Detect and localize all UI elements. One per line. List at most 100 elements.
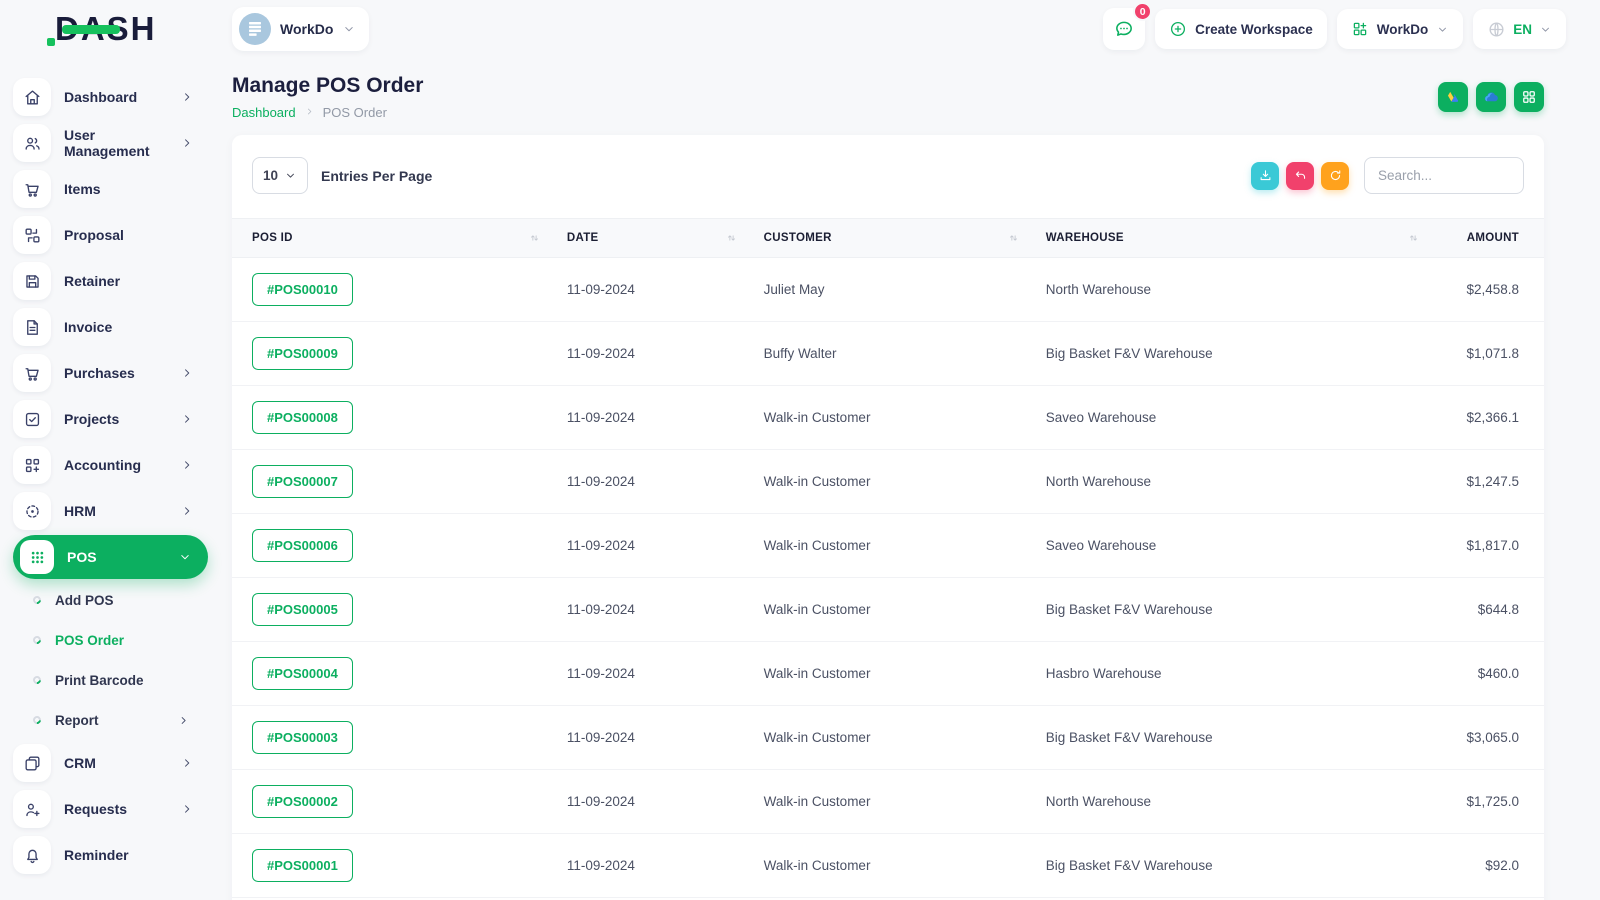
amount-cell: $1,817.0 — [1425, 513, 1544, 578]
sidebar-subitem-print-barcode[interactable]: Print Barcode — [13, 660, 218, 700]
sidebar-item-reminder[interactable]: Reminder — [13, 832, 218, 878]
sort-icon — [1407, 232, 1420, 245]
sidebar-item-accounting[interactable]: Accounting — [13, 442, 218, 488]
column-header-warehouse[interactable]: WAREHOUSE — [1025, 218, 1426, 258]
bell-icon — [13, 836, 51, 874]
pos-id-badge[interactable]: #POS00010 — [252, 273, 353, 306]
chevron-down-icon — [1436, 23, 1449, 36]
amount-cell: $460.0 — [1425, 641, 1544, 706]
pos-id-badge[interactable]: #POS00001 — [252, 849, 353, 882]
search-input[interactable] — [1364, 157, 1524, 194]
app-switcher-dropdown[interactable]: WorkDo — [1336, 9, 1464, 49]
column-header-pos-id[interactable]: POS ID — [232, 218, 547, 258]
onedrive-button[interactable] — [1476, 82, 1506, 112]
sort-icon — [528, 232, 541, 245]
chevron-right-icon — [180, 458, 194, 472]
document-icon — [13, 308, 51, 346]
pos-id-badge[interactable]: #POS00008 — [252, 401, 353, 434]
date-cell: 11-09-2024 — [546, 769, 744, 834]
sidebar-item-pos[interactable]: POS — [13, 535, 208, 579]
bullet-icon — [31, 634, 43, 646]
sidebar-subitem-report[interactable]: Report — [13, 700, 218, 740]
export-button[interactable] — [1251, 161, 1279, 190]
table-row: #POS00005 11-09-2024 Walk-in Customer Bi… — [232, 577, 1544, 642]
grid-view-button[interactable] — [1514, 82, 1544, 112]
sidebar-item-dashboard[interactable]: Dashboard — [13, 74, 218, 120]
table-row: #POS00010 11-09-2024 Juliet May North Wa… — [232, 257, 1544, 322]
table-row: #POS00008 11-09-2024 Walk-in Customer Sa… — [232, 385, 1544, 450]
pos-id-badge[interactable]: #POS00002 — [252, 785, 353, 818]
amount-cell: $644.8 — [1425, 577, 1544, 642]
messages-button[interactable]: 0 — [1103, 2, 1153, 50]
pos-id-cell: #POS00008 — [232, 385, 547, 450]
sidebar-item-label: Reminder — [64, 847, 129, 863]
create-workspace-label: Create Workspace — [1195, 21, 1313, 37]
sidebar-subitem-label: POS Order — [55, 632, 125, 648]
sidebar-item-proposal[interactable]: Proposal — [13, 212, 218, 258]
entries-per-page-select[interactable]: 10 — [252, 157, 308, 194]
warehouse-cell: Saveo Warehouse — [1025, 513, 1426, 578]
undo-button[interactable] — [1286, 161, 1314, 190]
google-drive-button[interactable] — [1438, 82, 1468, 112]
grid-icon — [1520, 88, 1538, 106]
date-cell: 11-09-2024 — [546, 321, 744, 386]
customer-cell: Walk-in Customer — [743, 833, 1026, 898]
date-cell: 11-09-2024 — [546, 641, 744, 706]
sidebar-item-retainer[interactable]: Retainer — [13, 258, 218, 304]
column-header-date[interactable]: DATE — [546, 218, 744, 258]
customer-cell: Juliet May — [743, 257, 1026, 322]
plus-circle-icon — [1169, 20, 1187, 38]
sidebar-item-items[interactable]: Items — [13, 166, 218, 212]
pos-id-badge[interactable]: #POS00006 — [252, 529, 353, 562]
language-dropdown[interactable]: EN — [1473, 9, 1566, 49]
sidebar-subitem-add-pos[interactable]: Add POS — [13, 580, 218, 620]
warehouse-cell: Saveo Warehouse — [1025, 385, 1426, 450]
pos-id-badge[interactable]: #POS00004 — [252, 657, 353, 690]
grid-dots-icon — [20, 540, 54, 574]
language-label: EN — [1513, 21, 1532, 37]
google-drive-icon — [1444, 88, 1462, 106]
sidebar-item-projects[interactable]: Projects — [13, 396, 218, 442]
header-actions — [1438, 82, 1544, 112]
sidebar-item-label: User Management — [64, 127, 150, 159]
pos-id-badge[interactable]: #POS00003 — [252, 721, 353, 754]
brand-logo[interactable]: DASH — [0, 10, 232, 48]
breadcrumb: Dashboard POS Order — [232, 105, 423, 120]
sidebar-item-invoice[interactable]: Invoice — [13, 304, 218, 350]
chevron-right-icon — [180, 802, 194, 816]
pos-id-badge[interactable]: #POS00005 — [252, 593, 353, 626]
app-switcher-label: WorkDo — [1376, 21, 1429, 37]
amount-cell: $2,366.1 — [1425, 385, 1544, 450]
sidebar-item-hrm[interactable]: HRM — [13, 488, 218, 534]
sidebar-item-label: Items — [64, 181, 101, 197]
sidebar-item-label: Dashboard — [64, 89, 138, 105]
column-header-customer[interactable]: CUSTOMER — [743, 218, 1026, 258]
sidebar: Dashboard User Management Items Proposal… — [0, 58, 218, 878]
sidebar-item-user-management[interactable]: User Management — [13, 120, 218, 166]
sidebar-item-label: Purchases — [64, 365, 135, 381]
table-row: #POS00001 11-09-2024 Walk-in Customer Bi… — [232, 833, 1544, 898]
focus-circle-icon — [13, 492, 51, 530]
chevron-right-icon — [180, 90, 194, 104]
brand-logo-dash-bar — [62, 25, 120, 34]
chevron-right-icon — [180, 136, 194, 150]
workspace-selector[interactable]: WorkDo — [232, 7, 370, 51]
breadcrumb-dashboard-link[interactable]: Dashboard — [232, 105, 296, 120]
sidebar-item-purchases[interactable]: Purchases — [13, 350, 218, 396]
sidebar-subitem-pos-order[interactable]: POS Order — [13, 620, 218, 660]
pos-id-badge[interactable]: #POS00007 — [252, 465, 353, 498]
customer-cell: Buffy Walter — [743, 321, 1026, 386]
refresh-button[interactable] — [1321, 161, 1349, 190]
sidebar-item-crm[interactable]: CRM — [13, 740, 218, 786]
sidebar-item-requests[interactable]: Requests — [13, 786, 218, 832]
create-workspace-button[interactable]: Create Workspace — [1155, 9, 1327, 49]
pos-id-badge[interactable]: #POS00009 — [252, 337, 353, 370]
column-header-amount[interactable]: AMOUNT — [1425, 218, 1544, 258]
amount-cell: $1,071.8 — [1425, 321, 1544, 386]
date-cell: 11-09-2024 — [546, 513, 744, 578]
download-icon — [1258, 168, 1273, 183]
entries-per-page-label: Entries Per Page — [321, 167, 433, 184]
warehouse-cell: Big Basket F&V Warehouse — [1025, 705, 1426, 770]
warehouse-cell: Big Basket F&V Warehouse — [1025, 833, 1426, 898]
sidebar-subitem-label: Print Barcode — [55, 672, 144, 688]
